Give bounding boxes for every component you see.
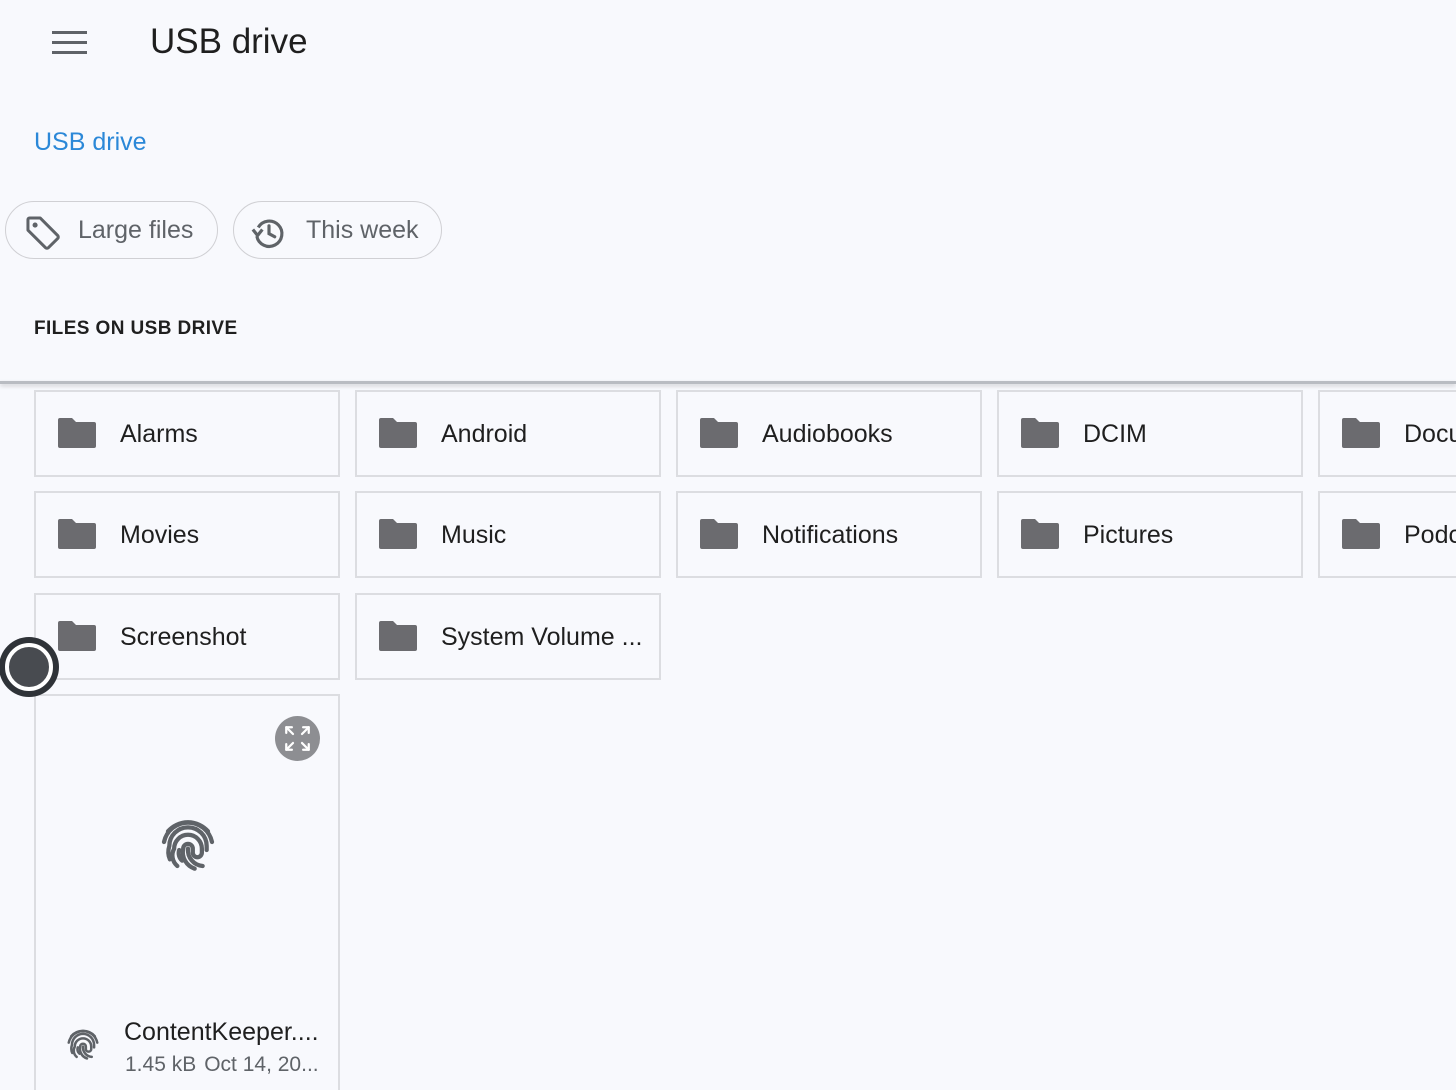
folder-icon [1342, 418, 1380, 448]
folder-tile-podcasts[interactable]: Podc [1318, 491, 1456, 578]
file-size: 1.45 kB [125, 1053, 197, 1076]
folder-name: Screenshot [120, 623, 247, 651]
hamburger-menu-icon [52, 31, 87, 54]
filter-chip-large-files[interactable]: Large files [5, 201, 218, 259]
file-date: Oct 14, 20... [204, 1053, 319, 1076]
folder-name: Movies [120, 521, 200, 549]
folder-name: Notifications [762, 521, 899, 549]
folder-name: Podc [1404, 521, 1456, 549]
folder-icon [700, 418, 738, 448]
folder-tile-system-volume[interactable]: System Volume ... [355, 593, 661, 680]
filter-chip-label: Large files [78, 216, 194, 244]
folder-tile-alarms[interactable]: Alarms [34, 390, 340, 477]
folder-name: Docu [1404, 420, 1456, 448]
folder-name: Android [441, 420, 528, 448]
filter-chip-this-week[interactable]: This week [233, 201, 442, 259]
folder-icon [1021, 519, 1059, 549]
folder-icon [700, 519, 738, 549]
folder-name: Music [441, 521, 507, 549]
file-name: ContentKeeper.... [124, 1018, 319, 1046]
folder-icon [1342, 519, 1380, 549]
preview-expand-button[interactable] [275, 716, 320, 761]
history-icon [251, 219, 284, 248]
folder-tile-notifications[interactable]: Notifications [676, 491, 982, 578]
folder-name: System Volume ... [441, 623, 643, 651]
folder-tile-screenshot[interactable]: Screenshot [34, 593, 340, 680]
folder-tile-android[interactable]: Android [355, 390, 661, 477]
folder-tile-documents[interactable]: Docu [1318, 390, 1456, 477]
tag-icon [26, 216, 60, 250]
folder-icon [379, 418, 417, 448]
breadcrumb-root[interactable]: USB drive [34, 128, 147, 157]
fingerprint-icon [161, 820, 215, 871]
filter-chip-label: This week [306, 216, 419, 244]
files-app: USB drive USB drive Large files This wee… [0, 0, 1456, 1090]
folder-icon [58, 621, 96, 651]
folder-icon [1021, 418, 1059, 448]
menu-button[interactable] [40, 18, 100, 68]
page-title: USB drive [150, 22, 308, 61]
folder-name: Audiobooks [762, 420, 893, 448]
file-meta: 1.45 kB Oct 14, 20... [125, 1053, 319, 1077]
folder-icon [379, 519, 417, 549]
folder-name: DCIM [1083, 420, 1147, 448]
folder-name: Alarms [120, 420, 198, 448]
touch-indicator [0, 637, 59, 697]
top-app-bar: USB drive [0, 0, 1456, 88]
file-grid: Alarms Android Audiobooks DCIM Docu Movi… [0, 384, 1456, 1090]
folder-icon [58, 519, 96, 549]
expand-icon [285, 726, 310, 751]
fingerprint-icon [67, 1029, 99, 1060]
touch-indicator-ring [5, 643, 53, 691]
folder-tile-movies[interactable]: Movies [34, 491, 340, 578]
folder-tile-dcim[interactable]: DCIM [997, 390, 1303, 477]
folder-tile-pictures[interactable]: Pictures [997, 491, 1303, 578]
folder-name: Pictures [1083, 521, 1174, 549]
folder-icon [379, 621, 417, 651]
folder-icon [58, 418, 96, 448]
folder-tile-music[interactable]: Music [355, 491, 661, 578]
file-card-contentkeeper[interactable]: ContentKeeper.... 1.45 kB Oct 14, 20... [34, 694, 340, 1090]
section-title: FILES ON USB DRIVE [34, 318, 238, 339]
folder-tile-audiobooks[interactable]: Audiobooks [676, 390, 982, 477]
